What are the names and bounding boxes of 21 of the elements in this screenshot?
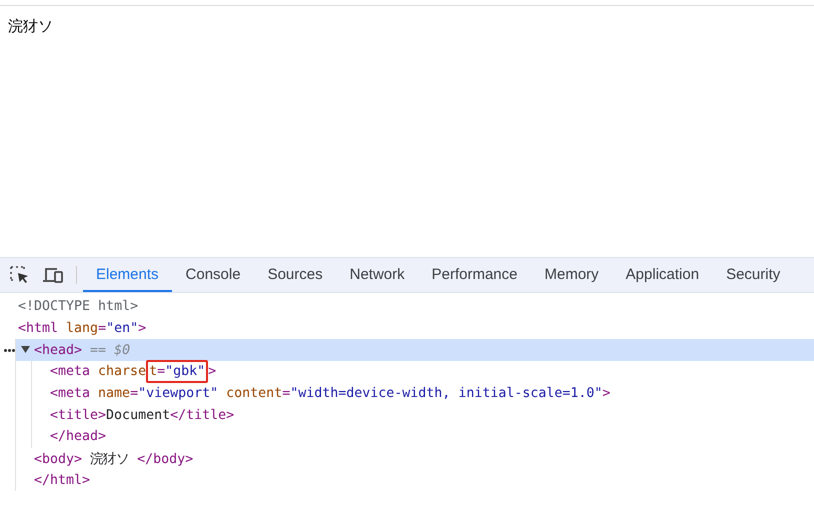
panel-tab[interactable]: Performance <box>418 258 530 292</box>
code-line[interactable]: </html> <box>34 472 90 488</box>
panel-tab[interactable]: Elements <box>83 258 172 292</box>
code-line[interactable]: </head> <box>50 429 106 444</box>
panel-tab[interactable]: Console <box>172 258 254 292</box>
panel-tab[interactable]: Memory <box>532 258 612 292</box>
panel-tab[interactable]: Network <box>336 258 418 292</box>
code-line[interactable]: <!DOCTYPE html> <box>18 299 138 314</box>
code-line[interactable]: <title>Document</title> <box>50 408 234 423</box>
code-line[interactable]: <body> 浣犲ソ </body> <box>34 450 194 468</box>
panel-tab[interactable]: Sources <box>254 258 336 292</box>
collapse-triangle-icon[interactable] <box>21 345 30 354</box>
code-line[interactable]: <html lang="en"> <box>18 321 146 336</box>
inspect-element-icon[interactable] <box>10 266 30 284</box>
panel-tab[interactable]: Security <box>713 258 794 292</box>
code-line[interactable]: <head> == $0 <box>34 342 130 358</box>
panel-tab[interactable]: Application <box>612 258 712 292</box>
code-line[interactable]: <meta name="viewport" content="width=device-width, initial-scale=1.0"> <box>50 386 610 402</box>
page-text: 浣犲ソ <box>8 17 53 35</box>
device-toolbar-icon[interactable] <box>42 266 64 284</box>
more-icon[interactable] <box>4 349 7 352</box>
